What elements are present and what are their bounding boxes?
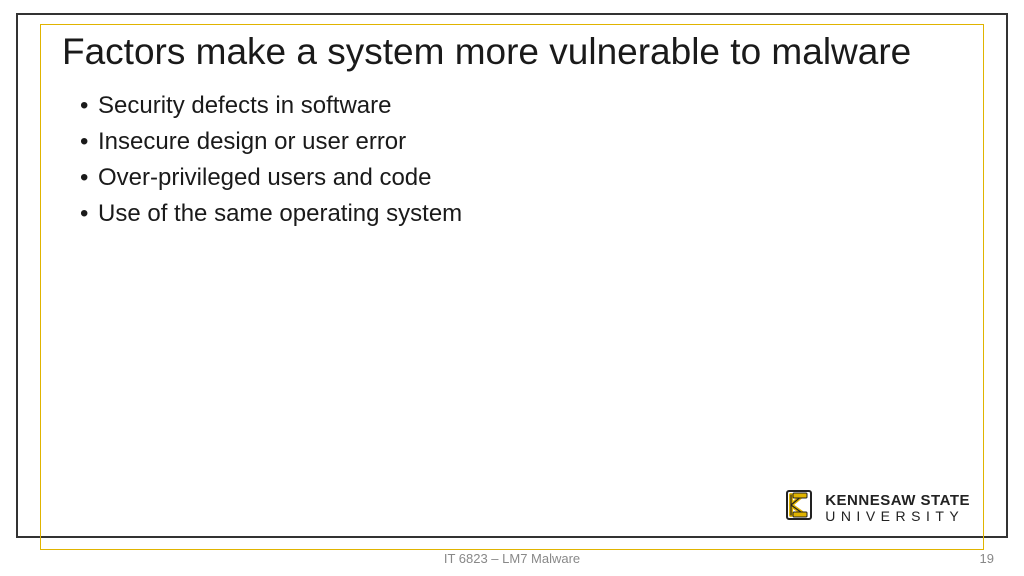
slide: Factors make a system more vulnerable to…	[0, 0, 1024, 576]
slide-title: Factors make a system more vulnerable to…	[62, 30, 962, 74]
university-logo: KENNESAW STATE UNIVERSITY	[781, 487, 970, 528]
list-item: Insecure design or user error	[80, 124, 962, 160]
bullet-list: Security defects in software Insecure de…	[62, 88, 962, 232]
page-number: 19	[980, 551, 994, 566]
footer-text: IT 6823 – LM7 Malware	[0, 551, 1024, 566]
list-item: Over-privileged users and code	[80, 160, 962, 196]
content-area: Factors make a system more vulnerable to…	[62, 30, 962, 232]
logo-mark-icon	[781, 487, 817, 528]
list-item: Security defects in software	[80, 88, 962, 124]
logo-line1: KENNESAW STATE	[825, 493, 970, 508]
list-item: Use of the same operating system	[80, 196, 962, 232]
logo-line2: UNIVERSITY	[825, 509, 970, 523]
logo-text: KENNESAW STATE UNIVERSITY	[825, 493, 970, 523]
